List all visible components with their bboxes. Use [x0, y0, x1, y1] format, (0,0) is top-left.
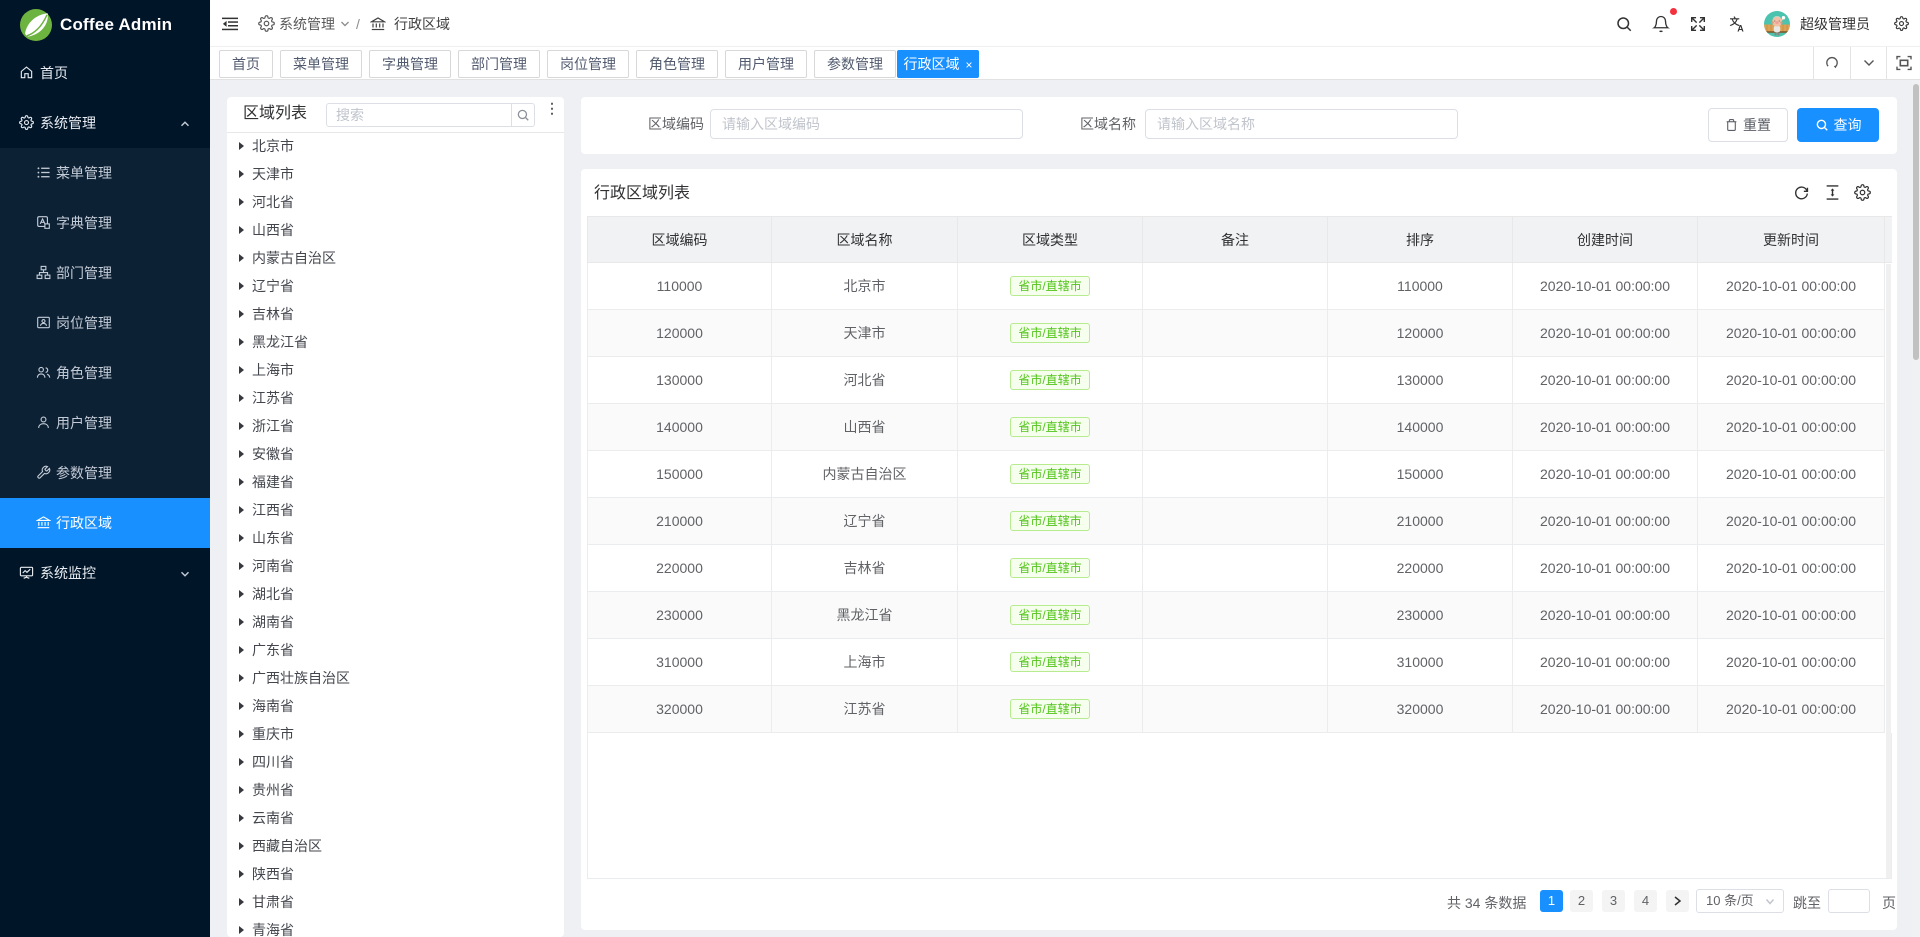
svg-text:A: A [1737, 24, 1744, 34]
